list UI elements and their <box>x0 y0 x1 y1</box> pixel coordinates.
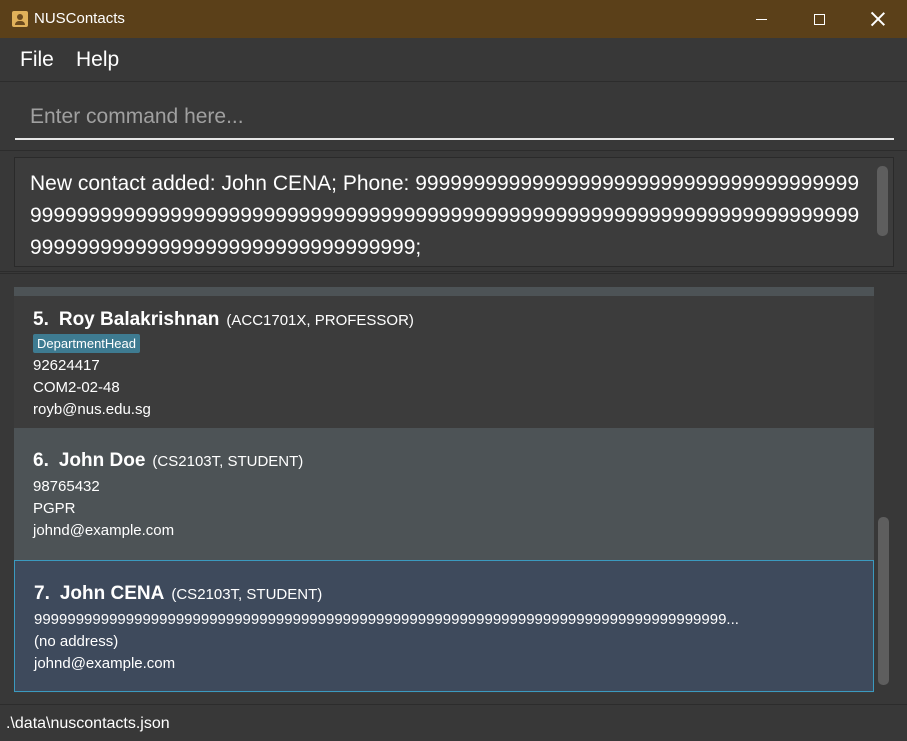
contact-phone: 9999999999999999999999999999999999999999… <box>34 611 739 628</box>
title-bar: NUSContacts <box>0 0 907 38</box>
command-input[interactable] <box>15 96 894 140</box>
contact-address: PGPR <box>33 500 76 517</box>
contact-index: 5. <box>33 309 49 330</box>
contact-name: John CENA <box>59 583 165 604</box>
close-button[interactable] <box>849 0 907 38</box>
contact-name: John Doe <box>58 450 146 471</box>
command-box <box>0 83 907 149</box>
contact-header: 5. Roy Balakrishnan (ACC1701X, PROFESSOR… <box>33 309 414 331</box>
maximize-icon <box>813 13 825 25</box>
menu-file[interactable]: File <box>20 48 54 72</box>
contact-email: johnd@example.com <box>34 655 176 672</box>
contact-card[interactable]: 6. John Doe (CS2103T, STUDENT) 98765432 … <box>14 428 874 560</box>
contact-list-scrollbar[interactable] <box>878 517 889 685</box>
result-scrollbar[interactable] <box>877 166 888 236</box>
previous-card-edge <box>14 287 874 296</box>
result-display-panel: New contact added: John CENA; Phone: 999… <box>0 150 907 272</box>
contact-header: 7. John CENA (CS2103T, STUDENT) <box>34 583 322 605</box>
contact-tag: DepartmentHead <box>33 334 140 353</box>
contact-phone: 92624417 <box>33 357 100 374</box>
close-icon <box>871 12 885 26</box>
result-display[interactable]: New contact added: John CENA; Phone: 999… <box>14 157 894 267</box>
contact-module-role: (ACC1701X, PROFESSOR) <box>226 312 414 329</box>
contact-index: 7. <box>34 583 50 604</box>
status-bar: .\data\nuscontacts.json <box>0 704 907 741</box>
contact-card-selected[interactable]: 7. John CENA (CS2103T, STUDENT) 99999999… <box>14 560 874 692</box>
contact-card[interactable]: 5. Roy Balakrishnan (ACC1701X, PROFESSOR… <box>14 296 874 428</box>
contact-email: johnd@example.com <box>33 522 175 539</box>
minimize-button[interactable] <box>732 0 790 38</box>
contact-email: royb@nus.edu.sg <box>33 401 151 418</box>
minimize-icon <box>755 18 767 20</box>
window-title: NUSContacts <box>34 10 125 27</box>
menu-bar: File Help <box>0 38 907 82</box>
contact-name: Roy Balakrishnan <box>58 309 220 330</box>
contact-phone: 98765432 <box>33 478 100 495</box>
contact-list-panel: 5. Roy Balakrishnan (ACC1701X, PROFESSOR… <box>0 273 907 704</box>
contact-header: 6. John Doe (CS2103T, STUDENT) <box>33 450 303 472</box>
menu-help[interactable]: Help <box>76 48 119 72</box>
contact-module-role: (CS2103T, STUDENT) <box>171 586 323 603</box>
result-message: New contact added: John CENA; Phone: 999… <box>30 172 860 259</box>
contact-module-role: (CS2103T, STUDENT) <box>152 453 304 470</box>
contact-address: (no address) <box>34 633 119 650</box>
data-file-path: .\data\nuscontacts.json <box>6 715 170 732</box>
contacts-app-icon <box>12 11 28 27</box>
contact-list[interactable]: 5. Roy Balakrishnan (ACC1701X, PROFESSOR… <box>14 287 874 693</box>
maximize-button[interactable] <box>790 0 848 38</box>
contact-address: COM2-02-48 <box>33 379 120 396</box>
contact-index: 6. <box>33 450 49 471</box>
